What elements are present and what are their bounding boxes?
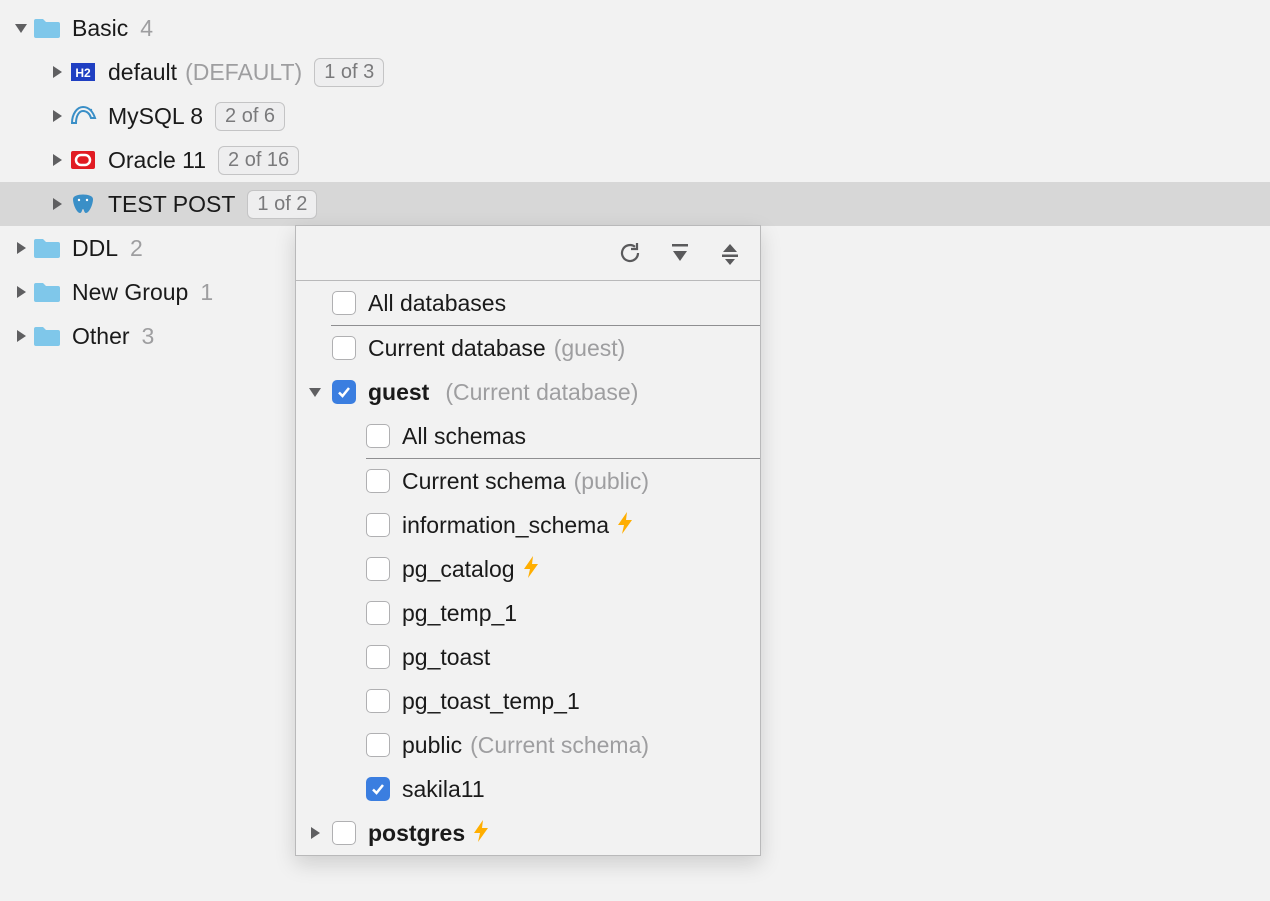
item-postgres-database[interactable]: postgres xyxy=(296,811,760,855)
item-schema-public[interactable]: public (Current schema) xyxy=(296,723,760,767)
checkbox[interactable] xyxy=(366,601,390,625)
item-label: All databases xyxy=(368,290,506,317)
tree-item-basic[interactable]: Basic 4 xyxy=(0,6,1270,50)
checkbox[interactable] xyxy=(366,733,390,757)
chevron-right-icon xyxy=(10,241,32,255)
count-badge: 1 of 2 xyxy=(247,190,317,219)
tree-item-label: New Group xyxy=(72,279,188,306)
item-schema-pg-temp-1[interactable]: pg_temp_1 xyxy=(296,591,760,635)
item-hint: (public) xyxy=(574,468,649,495)
chevron-right-icon xyxy=(10,285,32,299)
item-schema-pg-catalog[interactable]: pg_catalog xyxy=(296,547,760,591)
h2-database-icon: H2 xyxy=(68,61,98,83)
lightning-icon xyxy=(615,511,635,540)
tree-item-default[interactable]: H2 default (DEFAULT) 1 of 3 xyxy=(0,50,1270,94)
checkbox[interactable] xyxy=(332,291,356,315)
item-hint: (Current schema) xyxy=(470,732,649,759)
tree-item-oracle[interactable]: Oracle 11 2 of 16 xyxy=(0,138,1270,182)
count-badge: 2 of 16 xyxy=(218,146,299,175)
folder-icon xyxy=(32,17,62,39)
chevron-right-icon xyxy=(10,329,32,343)
lightning-icon xyxy=(471,819,491,848)
item-label: sakila11 xyxy=(402,776,485,803)
folder-icon xyxy=(32,281,62,303)
item-label: information_schema xyxy=(402,512,609,539)
tree-item-count: 2 xyxy=(130,235,143,262)
tree-item-label: DDL xyxy=(72,235,118,262)
tree-item-suffix: (DEFAULT) xyxy=(185,59,302,86)
chevron-down-icon xyxy=(10,21,32,35)
tree-item-mysql[interactable]: MySQL 8 2 of 6 xyxy=(0,94,1270,138)
postgres-icon xyxy=(68,191,98,217)
item-label: pg_toast_temp_1 xyxy=(402,688,580,715)
lightning-icon xyxy=(521,555,541,584)
mysql-icon xyxy=(68,104,98,128)
tree-item-label: Other xyxy=(72,323,130,350)
checkbox[interactable] xyxy=(366,777,390,801)
tree-item-label: MySQL 8 xyxy=(108,103,203,130)
chevron-down-icon xyxy=(304,385,326,399)
item-schema-pg-toast-temp-1[interactable]: pg_toast_temp_1 xyxy=(296,679,760,723)
tree-item-count: 1 xyxy=(200,279,213,306)
checkbox[interactable] xyxy=(332,380,356,404)
chevron-right-icon xyxy=(46,197,68,211)
item-label: guest xyxy=(368,379,429,406)
item-current-schema[interactable]: Current schema (public) xyxy=(296,459,760,503)
tree-item-testpost[interactable]: TEST POST 1 of 2 xyxy=(0,182,1270,226)
chevron-right-icon xyxy=(304,826,326,840)
item-all-databases[interactable]: All databases xyxy=(296,281,760,325)
item-label: pg_temp_1 xyxy=(402,600,517,627)
collapse-all-button[interactable] xyxy=(718,241,742,265)
checkbox[interactable] xyxy=(332,336,356,360)
item-guest-database[interactable]: guest (Current database) xyxy=(296,370,760,414)
item-current-database[interactable]: Current database (guest) xyxy=(296,326,760,370)
svg-text:H2: H2 xyxy=(75,66,91,80)
chevron-right-icon xyxy=(46,109,68,123)
item-schema-pg-toast[interactable]: pg_toast xyxy=(296,635,760,679)
checkbox[interactable] xyxy=(366,424,390,448)
item-label: pg_catalog xyxy=(402,556,515,583)
count-badge: 2 of 6 xyxy=(215,102,285,131)
folder-icon xyxy=(32,325,62,347)
tree-item-count: 4 xyxy=(140,15,153,42)
chevron-right-icon xyxy=(46,65,68,79)
checkbox[interactable] xyxy=(366,645,390,669)
checkbox[interactable] xyxy=(332,821,356,845)
checkbox[interactable] xyxy=(366,557,390,581)
checkbox[interactable] xyxy=(366,689,390,713)
tree-item-label: Oracle 11 xyxy=(108,147,206,174)
item-schema-information-schema[interactable]: information_schema xyxy=(296,503,760,547)
tree-item-label: Basic xyxy=(72,15,128,42)
folder-icon xyxy=(32,237,62,259)
item-label: Current schema xyxy=(402,468,566,495)
tree-item-count: 3 xyxy=(142,323,155,350)
checkbox[interactable] xyxy=(366,469,390,493)
refresh-button[interactable] xyxy=(618,241,642,265)
item-all-schemas[interactable]: All schemas xyxy=(296,414,760,458)
item-label: Current database xyxy=(368,335,546,362)
item-label: pg_toast xyxy=(402,644,490,671)
oracle-icon xyxy=(68,149,98,171)
count-badge: 1 of 3 xyxy=(314,58,384,87)
item-label: All schemas xyxy=(402,423,526,450)
item-label: postgres xyxy=(368,820,465,847)
tree-item-label: TEST POST xyxy=(108,191,235,218)
item-schema-sakila11[interactable]: sakila11 xyxy=(296,767,760,811)
expand-all-button[interactable] xyxy=(668,241,692,265)
chevron-right-icon xyxy=(46,153,68,167)
checkbox[interactable] xyxy=(366,513,390,537)
popup-list: All databases Current database (guest) g… xyxy=(296,281,760,855)
item-hint: (guest) xyxy=(554,335,626,362)
item-label: public xyxy=(402,732,462,759)
item-hint: (Current database) xyxy=(445,379,638,406)
tree-item-label: default xyxy=(108,59,177,86)
schema-chooser-popup: All databases Current database (guest) g… xyxy=(295,225,761,856)
popup-toolbar xyxy=(296,226,760,281)
